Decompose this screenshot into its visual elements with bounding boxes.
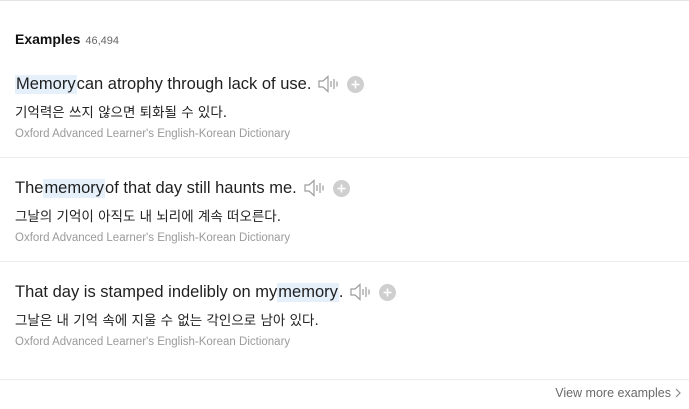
example-sentence: The memory of that day still haunts me. [15,177,350,199]
speaker-icon[interactable] [303,179,327,197]
sentence-text-before: That day is stamped indelibly on my [15,282,278,301]
examples-header: Examples 46,494 [15,31,119,47]
example-divider [0,157,689,158]
sentence-text-before: The [15,178,44,197]
highlighted-keyword: memory [277,282,339,302]
example-sentence: That day is stamped indelibly on my memo… [15,281,397,303]
highlighted-keyword: memory [43,178,106,198]
example-source: Oxford Advanced Learner's English-Korean… [15,232,291,244]
add-icon[interactable] [379,283,397,301]
view-more-label: View more examples [555,386,671,400]
examples-count: 46,494 [85,35,120,47]
example-translation: 그날은 내 기억 속에 지울 수 없는 각인으로 남아 있다. [15,313,319,329]
view-more-examples-link[interactable]: View more examples [555,386,681,400]
example-source: Oxford Advanced Learner's English-Korean… [15,336,291,348]
example-translation: 그날의 기억이 아직도 내 뇌리에 계속 떠오른다. [15,209,282,225]
add-icon[interactable] [332,179,350,197]
example-sentence: Memory can atrophy through lack of use. [15,73,365,95]
add-icon[interactable] [347,75,365,93]
speaker-icon[interactable] [349,283,373,301]
chevron-right-icon [675,388,681,398]
highlighted-keyword: Memory [15,74,77,94]
example-divider [0,261,689,262]
examples-title: Examples [15,31,81,47]
sentence-text-after: . [338,282,344,301]
example-source: Oxford Advanced Learner's English-Korean… [15,128,291,140]
sentence-text-after: can atrophy through lack of use. [76,74,312,93]
top-divider [0,0,689,1]
speaker-icon[interactable] [317,75,341,93]
example-translation: 기억력은 쓰지 않으면 퇴화될 수 있다. [15,105,228,121]
sentence-text-after: of that day still haunts me. [105,178,297,197]
footer-divider [0,379,689,380]
